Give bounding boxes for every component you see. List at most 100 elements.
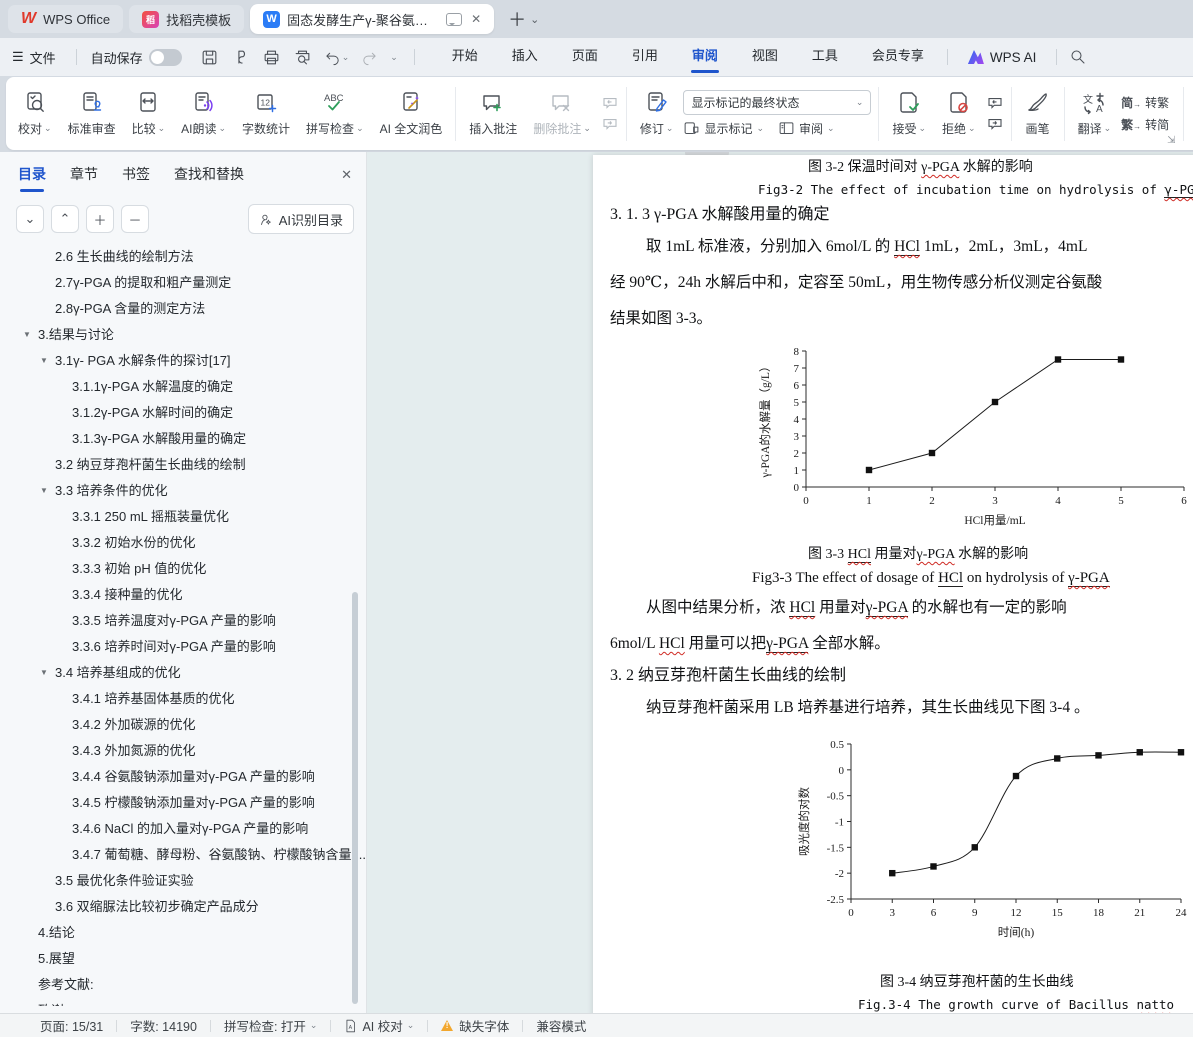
simplified-to-traditional-button[interactable]: 简→ 转繁: [1121, 94, 1169, 111]
menu-插入[interactable]: 插入: [495, 38, 555, 76]
compare-button[interactable]: 比较 ⌄: [124, 86, 174, 141]
toc-item[interactable]: 3.3.2 初始水份的优化: [0, 530, 366, 556]
traditional-to-simplified-button[interactable]: 繁→ 转简: [1121, 116, 1169, 133]
toc-item[interactable]: 3.6 双缩脲法比较初步确定产品成分: [0, 894, 366, 920]
toc-item[interactable]: ▼ 3.3 培养条件的优化: [0, 478, 366, 504]
translate-button[interactable]: 文A 翻译 ⌄: [1070, 86, 1120, 141]
toc-item[interactable]: 4.结论: [0, 920, 366, 946]
tab-document[interactable]: W 固态发酵生产γ-聚谷氨酸的研 ✕: [250, 4, 495, 34]
toc-item[interactable]: 2.6 生长曲线的绘制方法: [0, 244, 366, 270]
previous-comment-button[interactable]: [601, 95, 619, 111]
standard-review-button[interactable]: 标准审查: [60, 86, 124, 141]
accept-button[interactable]: 接受 ⌄: [884, 86, 934, 141]
spell-check-button[interactable]: ABC 拼写检查 ⌄: [298, 86, 372, 141]
collapse-arrow-icon[interactable]: ▼: [23, 322, 38, 348]
page-indicator[interactable]: 页面: 15/31: [40, 1016, 103, 1035]
document-page[interactable]: 图 3-2 保温时间对 γ-PGA 水解的影响 Fig3-2 The effect…: [593, 155, 1193, 1014]
tab-template[interactable]: 稻 找稻壳模板: [129, 5, 245, 33]
toc-item[interactable]: 3.4.5 柠檬酸钠添加量对γ-PGA 产量的影响: [0, 790, 366, 816]
save-button[interactable]: [200, 48, 219, 67]
brush-button[interactable]: 画笔: [1017, 86, 1059, 141]
undo-button[interactable]: ⌄: [324, 49, 350, 66]
toc-item[interactable]: 3.3.5 培养温度对γ-PGA 产量的影响: [0, 608, 366, 634]
toc-item[interactable]: 3.1.3γ-PGA 水解酸用量的确定: [0, 426, 366, 452]
toc-item[interactable]: 3.1.1γ-PGA 水解温度的确定: [0, 374, 366, 400]
word-count-indicator[interactable]: 字数: 14190: [130, 1016, 197, 1035]
restrict-edit-button[interactable]: 限制: [1189, 86, 1193, 141]
autosave-control[interactable]: 自动保存: [83, 48, 190, 67]
toc-item[interactable]: 2.8γ-PGA 含量的测定方法: [0, 296, 366, 322]
search-button[interactable]: [1069, 48, 1087, 66]
revise-button[interactable]: 修订 ⌄: [632, 86, 682, 141]
review-pane-button[interactable]: 审阅 ⌄: [778, 120, 835, 137]
toc-item[interactable]: 3.3.4 接种量的优化: [0, 582, 366, 608]
collapse-arrow-icon[interactable]: ▼: [40, 348, 55, 374]
ai-read-button[interactable]: AI朗读 ⌄: [173, 86, 234, 141]
autosave-toggle[interactable]: [148, 48, 182, 66]
toc-item[interactable]: 3.4.4 谷氨酸钠添加量对γ-PGA 产量的影响: [0, 764, 366, 790]
sidebar-close-icon[interactable]: ✕: [341, 167, 352, 189]
toc-item[interactable]: 3.4.2 外加碳源的优化: [0, 712, 366, 738]
delete-comment-button[interactable]: 删除批注 ⌄: [525, 86, 599, 141]
toc-item[interactable]: 2.7γ-PGA 的提取和粗产量测定: [0, 270, 366, 296]
menu-页面[interactable]: 页面: [555, 38, 615, 76]
menu-开始[interactable]: 开始: [435, 38, 495, 76]
toc-item[interactable]: ▼ 3.4 培养基组成的优化: [0, 660, 366, 686]
toc-item[interactable]: 3.3.1 250 mL 摇瓶装量优化: [0, 504, 366, 530]
tab-wps-office[interactable]: W WPS Office: [8, 5, 124, 33]
menu-视图[interactable]: 视图: [735, 38, 795, 76]
ai-polish-button[interactable]: AI 全文润色: [372, 86, 451, 141]
show-markup-button[interactable]: 显示标记 ⌄: [683, 120, 764, 137]
toc-item[interactable]: 3.4.1 培养基固体基质的优化: [0, 686, 366, 712]
undo-chevron-icon[interactable]: ⌄: [342, 52, 350, 63]
dialog-launcher-icon[interactable]: ⇲: [1167, 135, 1175, 146]
toc-item[interactable]: 3.1.2γ-PGA 水解时间的确定: [0, 400, 366, 426]
toc-previous-button[interactable]: ⌃: [51, 205, 79, 233]
menu-会员专享[interactable]: 会员专享: [855, 38, 941, 76]
toc-item[interactable]: ▼ 3.结果与讨论: [0, 322, 366, 348]
proofread-button[interactable]: 校对 ⌄: [10, 86, 60, 141]
sidebar-tab-查找和替换[interactable]: 查找和替换: [174, 164, 244, 192]
redo-button[interactable]: [361, 49, 378, 66]
new-tab-button[interactable]: ＋: [508, 6, 526, 32]
sidebar-tab-章节[interactable]: 章节: [70, 164, 98, 192]
previous-revision-button[interactable]: [986, 95, 1004, 111]
word-count-button[interactable]: 12 字数统计: [234, 86, 298, 141]
quick-access-chevron-icon[interactable]: ⌄: [390, 52, 398, 63]
toc-item[interactable]: 5.展望: [0, 946, 366, 972]
menu-引用[interactable]: 引用: [615, 38, 675, 76]
tab-list-chevron-icon[interactable]: ⌄: [530, 13, 539, 26]
print-button[interactable]: [262, 48, 281, 67]
sidebar-tab-目录[interactable]: 目录: [18, 164, 46, 192]
toc-item[interactable]: 3.3.6 培养时间对γ-PGA 产量的影响: [0, 634, 366, 660]
missing-font-warning[interactable]: 缺失字体: [441, 1016, 509, 1035]
sidebar-tab-书签[interactable]: 书签: [122, 164, 150, 192]
toc-next-button[interactable]: ⌄: [16, 205, 44, 233]
menu-工具[interactable]: 工具: [795, 38, 855, 76]
spell-check-status[interactable]: 拼写检查: 打开 ⌄: [224, 1016, 318, 1035]
toc-item[interactable]: ▼ 3.1γ- PGA 水解条件的探讨[17]: [0, 348, 366, 374]
next-revision-button[interactable]: [986, 116, 1004, 132]
wps-ai-button[interactable]: WPS AI: [954, 50, 1051, 65]
export-pdf-button[interactable]: [231, 48, 250, 67]
toc-item[interactable]: 3.5 最优化条件验证实验: [0, 868, 366, 894]
collapse-arrow-icon[interactable]: ▼: [40, 478, 55, 504]
insert-comment-button[interactable]: 插入批注: [461, 86, 525, 141]
toc-item[interactable]: 3.4.7 葡萄糖、酵母粉、谷氨酸钠、柠檬酸钠含量 ...: [0, 842, 366, 868]
toc-item[interactable]: 3.4.6 NaCl 的加入量对γ-PGA 产量的影响: [0, 816, 366, 842]
sidebar-scrollbar[interactable]: [352, 592, 358, 1004]
toc-expand-button[interactable]: ＋: [86, 205, 114, 233]
reject-button[interactable]: 拒绝 ⌄: [934, 86, 984, 141]
toc-item[interactable]: 3.3.3 初始 pH 值的优化: [0, 556, 366, 582]
ai-recognize-toc-button[interactable]: AI识别目录: [247, 204, 354, 234]
toc-collapse-button[interactable]: －: [121, 205, 149, 233]
comment-bubble-icon[interactable]: [446, 12, 463, 26]
ai-proofread-status[interactable]: A AI 校对 ⌄: [344, 1016, 414, 1035]
markup-state-select[interactable]: 显示标记的最终状态 ⌄: [683, 90, 872, 115]
toc-item[interactable]: 3.2 纳豆芽孢杆菌生长曲线的绘制: [0, 452, 366, 478]
menu-审阅[interactable]: 审阅: [675, 38, 735, 76]
print-preview-button[interactable]: [293, 48, 312, 67]
next-comment-button[interactable]: [601, 116, 619, 132]
collapse-arrow-icon[interactable]: ▼: [40, 660, 55, 686]
toc-item[interactable]: 3.4.3 外加氮源的优化: [0, 738, 366, 764]
